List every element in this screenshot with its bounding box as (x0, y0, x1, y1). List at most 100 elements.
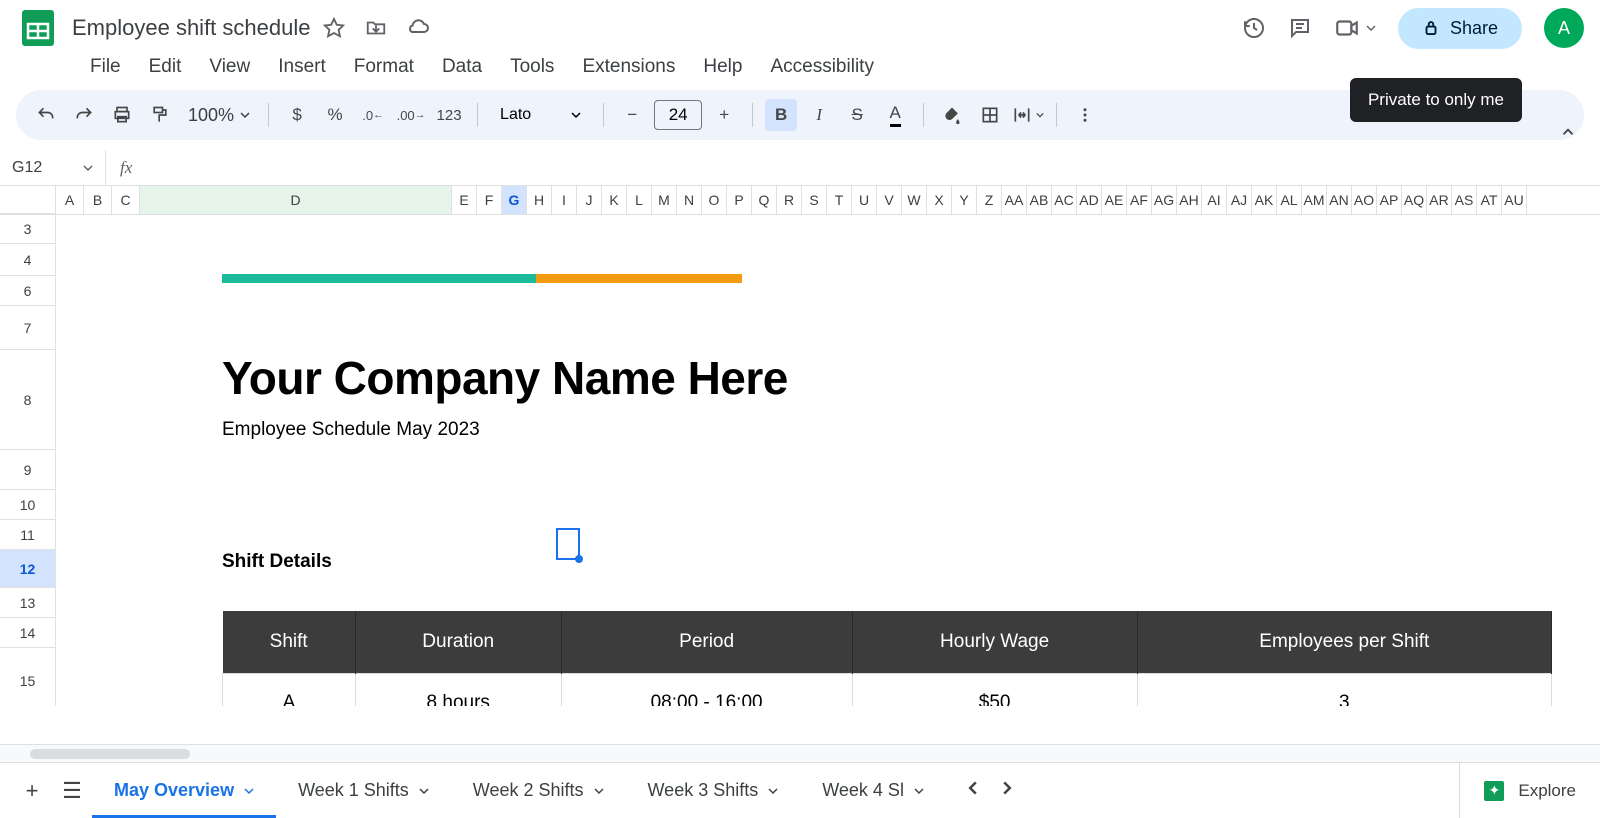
col-header-T[interactable]: T (827, 186, 852, 214)
row-header-7[interactable]: 7 (0, 306, 56, 350)
col-header-A[interactable]: A (56, 186, 84, 214)
share-button[interactable]: Share (1398, 8, 1522, 49)
menu-extensions[interactable]: Extensions (582, 56, 675, 78)
col-header-H[interactable]: H (527, 186, 552, 214)
col-header-AH[interactable]: AH (1177, 186, 1202, 214)
doc-title[interactable]: Employee shift schedule (72, 15, 310, 41)
tab-menu-icon[interactable] (914, 780, 924, 801)
font-size-input[interactable]: 24 (654, 100, 702, 130)
avatar[interactable]: A (1544, 8, 1584, 48)
col-header-AR[interactable]: AR (1427, 186, 1452, 214)
col-header-Y[interactable]: Y (952, 186, 977, 214)
col-header-W[interactable]: W (902, 186, 927, 214)
paint-format-button[interactable] (144, 99, 176, 131)
sheet-tab[interactable]: Week 1 Shifts (276, 763, 451, 818)
menu-file[interactable]: File (90, 56, 121, 78)
menu-view[interactable]: View (209, 56, 250, 78)
col-header-AM[interactable]: AM (1302, 186, 1327, 214)
col-header-Z[interactable]: Z (977, 186, 1002, 214)
col-header-AU[interactable]: AU (1502, 186, 1527, 214)
tab-menu-icon[interactable] (768, 780, 778, 801)
merge-button[interactable] (1012, 99, 1044, 131)
row-header-3[interactable]: 3 (0, 214, 56, 244)
col-header-G[interactable]: G (502, 186, 527, 214)
col-header-AO[interactable]: AO (1352, 186, 1377, 214)
col-header-P[interactable]: P (727, 186, 752, 214)
menu-edit[interactable]: Edit (149, 56, 182, 78)
col-header-AI[interactable]: AI (1202, 186, 1227, 214)
move-icon[interactable] (364, 16, 388, 40)
collapse-toolbar-button[interactable] (1556, 120, 1580, 144)
tab-menu-icon[interactable] (594, 780, 604, 801)
col-header-L[interactable]: L (627, 186, 652, 214)
sheet-tab[interactable]: May Overview (92, 763, 276, 818)
select-all-corner[interactable] (0, 186, 56, 214)
col-header-M[interactable]: M (652, 186, 677, 214)
star-icon[interactable] (322, 16, 346, 40)
increase-font-button[interactable]: + (708, 99, 740, 131)
row-header-13[interactable]: 13 (0, 588, 56, 618)
sheets-logo[interactable] (16, 6, 60, 50)
text-color-button[interactable]: A (879, 99, 911, 131)
row-header-10[interactable]: 10 (0, 490, 56, 520)
row-header-11[interactable]: 11 (0, 520, 56, 550)
col-header-AL[interactable]: AL (1277, 186, 1302, 214)
cloud-icon[interactable] (406, 16, 430, 40)
col-header-F[interactable]: F (477, 186, 502, 214)
menu-insert[interactable]: Insert (278, 56, 326, 78)
decrease-font-button[interactable]: − (616, 99, 648, 131)
col-header-E[interactable]: E (452, 186, 477, 214)
menu-tools[interactable]: Tools (510, 56, 554, 78)
fill-color-button[interactable] (936, 99, 968, 131)
sheet-tab[interactable]: Week 4 Sl (800, 763, 946, 818)
row-header-4[interactable]: 4 (0, 244, 56, 276)
history-icon[interactable] (1242, 16, 1266, 40)
col-header-R[interactable]: R (777, 186, 802, 214)
row-header-15[interactable]: 15 (0, 648, 56, 706)
meet-icon[interactable] (1334, 16, 1376, 40)
col-header-AC[interactable]: AC (1052, 186, 1077, 214)
tab-menu-icon[interactable] (244, 780, 254, 801)
col-header-AJ[interactable]: AJ (1227, 186, 1252, 214)
row-header-14[interactable]: 14 (0, 618, 56, 648)
col-header-AF[interactable]: AF (1127, 186, 1152, 214)
decrease-decimal-button[interactable]: .0← (357, 99, 389, 131)
menu-data[interactable]: Data (442, 56, 482, 78)
menu-format[interactable]: Format (354, 56, 414, 78)
tab-menu-icon[interactable] (419, 780, 429, 801)
percent-button[interactable]: % (319, 99, 351, 131)
italic-button[interactable]: I (803, 99, 835, 131)
undo-button[interactable] (30, 99, 62, 131)
explore-button[interactable]: ✦ Explore (1459, 762, 1600, 818)
col-header-B[interactable]: B (84, 186, 112, 214)
col-header-N[interactable]: N (677, 186, 702, 214)
col-header-I[interactable]: I (552, 186, 577, 214)
col-header-K[interactable]: K (602, 186, 627, 214)
col-header-AE[interactable]: AE (1102, 186, 1127, 214)
row-header-12[interactable]: 12 (0, 550, 56, 588)
strike-button[interactable]: S (841, 99, 873, 131)
zoom-select[interactable]: 100% (182, 105, 256, 126)
menu-help[interactable]: Help (703, 56, 742, 78)
font-select[interactable]: Lato (490, 106, 591, 124)
col-header-D[interactable]: D (140, 186, 452, 214)
row-header-6[interactable]: 6 (0, 276, 56, 306)
row-header-8[interactable]: 8 (0, 350, 56, 450)
tab-prev-button[interactable] (966, 781, 980, 800)
more-button[interactable] (1069, 99, 1101, 131)
comment-icon[interactable] (1288, 16, 1312, 40)
grid-body[interactable]: Your Company Name Here Employee Schedule… (56, 214, 1600, 706)
increase-decimal-button[interactable]: .00→ (395, 99, 427, 131)
col-header-S[interactable]: S (802, 186, 827, 214)
col-header-J[interactable]: J (577, 186, 602, 214)
col-header-AG[interactable]: AG (1152, 186, 1177, 214)
sheet-tab[interactable]: Week 3 Shifts (626, 763, 801, 818)
print-button[interactable] (106, 99, 138, 131)
col-header-AA[interactable]: AA (1002, 186, 1027, 214)
col-header-AB[interactable]: AB (1027, 186, 1052, 214)
col-header-O[interactable]: O (702, 186, 727, 214)
col-header-AS[interactable]: AS (1452, 186, 1477, 214)
col-header-AP[interactable]: AP (1377, 186, 1402, 214)
borders-button[interactable] (974, 99, 1006, 131)
all-sheets-button[interactable]: ☰ (52, 771, 92, 811)
